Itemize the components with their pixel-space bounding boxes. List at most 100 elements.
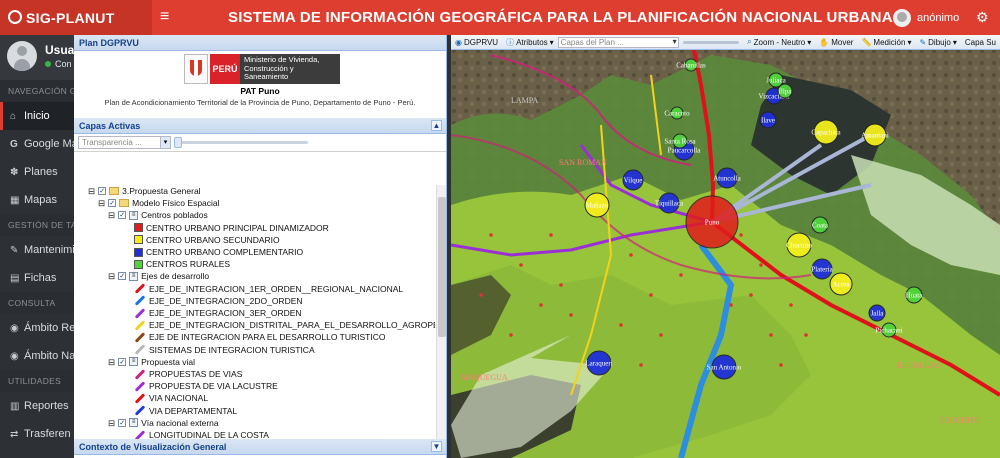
plan-full-name: Plan de Acondicionamiento Territorial de…: [104, 98, 416, 107]
legend-item: CENTROS RURALES: [134, 258, 230, 270]
file-icon: ▤: [10, 273, 20, 284]
legend-line-icon: [134, 392, 146, 404]
layers-short-button[interactable]: Capa Su: [961, 38, 1000, 47]
sidebar-item-inicio[interactable]: ⌂ Inicio: [0, 102, 74, 130]
transparency-slider[interactable]: [176, 141, 308, 144]
sidebar-item-fichas[interactable]: ▤ Fichas: [0, 264, 74, 292]
globe-icon: ◉: [455, 37, 462, 47]
tree-group[interactable]: ⊟ ✓ ≡ Centros poblados: [108, 209, 208, 221]
sidebar-item-ambito-regional[interactable]: ◉ Ámbito Re: [0, 314, 74, 342]
layers-panel-title: Capas Activas: [79, 121, 141, 131]
logo-ministry: Ministerio de Vivienda, Construcción y S…: [240, 54, 340, 84]
sidebar-item-transferencia[interactable]: ⇄ Trasferen: [0, 420, 74, 448]
attributes-label: Atributos: [516, 37, 548, 47]
map-canvas[interactable]: Puno Mañazo Capachica Amantani Chucuito Acora…: [451, 35, 1000, 458]
plan-panel-title: Plan DGPRVU: [79, 38, 139, 48]
layer-group-icon: ≡: [129, 210, 139, 220]
rural-point: [739, 233, 743, 237]
chevron-down-icon[interactable]: ▾: [160, 136, 171, 149]
scrollbar-thumb[interactable]: [438, 197, 446, 337]
context-panel-header[interactable]: Contexto de Visualización General ▼: [74, 439, 446, 455]
legend-item: CENTRO URBANO COMPLEMENTARIO: [134, 246, 303, 258]
user-menu[interactable]: anónimo: [893, 9, 959, 27]
sidebar-item-mapas[interactable]: ▦ Mapas: [0, 186, 74, 214]
app-title: SISTEMA DE INFORMACIÓN GEOGRÁFICA PARA L…: [228, 9, 893, 26]
rural-point: [759, 263, 763, 267]
measure-button[interactable]: 📏 Medición ▾: [857, 38, 915, 47]
report-icon: ▥: [10, 401, 20, 412]
settings-icon[interactable]: ⚙: [976, 9, 989, 26]
map-place-label: Santa Rosa: [664, 138, 696, 146]
slider-handle[interactable]: [174, 137, 182, 148]
tree-group[interactable]: ⊟ ✓ ≡ Vía nacional externa: [108, 417, 219, 429]
sidebar-item-google-maps[interactable]: G Google Ma: [0, 130, 74, 158]
map-place-label: Huata: [906, 292, 924, 300]
menu-toggle-icon[interactable]: ≡: [160, 8, 169, 26]
zoom-mode-button[interactable]: ⌕ Zoom - Neutro ▾: [743, 37, 815, 47]
tree-node-model[interactable]: ⊟ ✓ Modelo Físico Espacial: [98, 197, 220, 209]
collapse-up-icon[interactable]: ▲: [431, 120, 442, 131]
legend-item: EJE_DE_INTEGRACION_2DO_ORDEN: [134, 295, 303, 307]
plans-icon: ✽: [10, 167, 19, 178]
rural-point: [509, 333, 513, 337]
legend-line-icon: [134, 295, 146, 307]
plan-info: PERÚ Ministerio de Vivienda, Construcció…: [74, 51, 446, 114]
rural-point: [789, 303, 793, 307]
map-place-label: Capachica: [811, 129, 841, 137]
legend-label: PROPUESTAS DE VIAS: [149, 369, 243, 379]
legend-line-icon: [134, 380, 146, 392]
legend-item: EJE_DE_INTEGRACION_3ER_ORDEN: [134, 307, 302, 319]
attributes-button[interactable]: ⓘ Atributos ▾: [502, 37, 558, 48]
rural-point: [659, 333, 663, 337]
sidebar-item-planes[interactable]: ✽ Planes: [0, 158, 74, 186]
collapse-icon[interactable]: ⊟: [108, 270, 115, 282]
layers-panel-header[interactable]: Capas Activas ▲: [74, 118, 446, 134]
checkbox[interactable]: ✓: [108, 199, 117, 208]
draw-button[interactable]: ✎ Dibujo ▾: [915, 38, 960, 47]
expand-down-icon[interactable]: ▼: [431, 441, 442, 452]
sidebar-item-label: Mantenimi: [24, 244, 74, 256]
legend-label: CENTRO URBANO PRINCIPAL DINAMIZADOR: [146, 222, 329, 233]
zoom-slider[interactable]: [682, 40, 740, 44]
collapse-icon[interactable]: ⊟: [88, 185, 95, 197]
plan-panel-header[interactable]: Plan DGPRVU: [74, 35, 446, 51]
collapse-icon[interactable]: ⊟: [108, 417, 115, 429]
sidebar-section-title: UTILIDADES: [0, 370, 74, 392]
plan-layers-select[interactable]: Capas del Plan ...: [557, 36, 679, 48]
sidebar-item-mantenimiento[interactable]: ✎ Mantenimi: [0, 236, 74, 264]
checkbox[interactable]: ✓: [118, 357, 127, 366]
legend-swatch: [134, 235, 143, 245]
brand[interactable]: SIG-PLANUT: [0, 0, 152, 35]
map-view[interactable]: Puno Mañazo Capachica Amantani Chucuito Acora…: [451, 35, 1000, 458]
legend-item: VIA NACIONAL: [134, 392, 208, 404]
tree-group[interactable]: ⊟ ✓ ≡ Ejes de desarrollo: [108, 270, 209, 282]
rural-point: [649, 293, 653, 297]
transparency-select[interactable]: Transparencia ...: [78, 136, 170, 149]
map-place-label: Acora: [832, 281, 850, 289]
sidebar-item-reportes[interactable]: ▥ Reportes: [0, 392, 74, 420]
legend-label: EJE_DE_INTEGRACION_1ER_ORDEN__REGIONAL_N…: [149, 283, 404, 294]
sidebar-profile: Usuar Con: [0, 35, 74, 80]
checkbox[interactable]: ✓: [98, 187, 107, 195]
checkbox[interactable]: ✓: [118, 418, 127, 427]
rural-point: [729, 303, 733, 307]
user-name: anónimo: [917, 12, 960, 24]
online-status-icon: [45, 61, 51, 67]
layer-tree-scrollbar[interactable]: [436, 185, 446, 455]
checkbox[interactable]: ✓: [118, 272, 127, 281]
dgprvu-button[interactable]: ◉ DGPRVU: [451, 38, 502, 47]
checkbox[interactable]: ✓: [118, 211, 127, 220]
sidebar-item-ambito-nacional[interactable]: ◉ Ámbito Na: [0, 342, 74, 370]
legend-line-icon: [134, 319, 146, 331]
collapse-icon[interactable]: ⊟: [108, 356, 115, 368]
map-place-label: Plateria: [811, 266, 833, 274]
collapse-icon[interactable]: ⊟: [108, 209, 115, 221]
tree-group[interactable]: ⊟ ✓ ≡ Propuesta vial: [108, 356, 195, 368]
move-button[interactable]: ✋ Mover: [815, 38, 857, 47]
tree-node-root[interactable]: ⊟ ✓ 3.Propuesta General: [88, 185, 201, 197]
home-icon: ⌂: [10, 111, 17, 122]
info-icon: ⓘ: [506, 37, 515, 47]
collapse-icon[interactable]: ⊟: [98, 197, 105, 209]
legend-item: PROPUESTAS DE VIAS: [134, 368, 242, 380]
map-icon: ▦: [10, 195, 20, 206]
